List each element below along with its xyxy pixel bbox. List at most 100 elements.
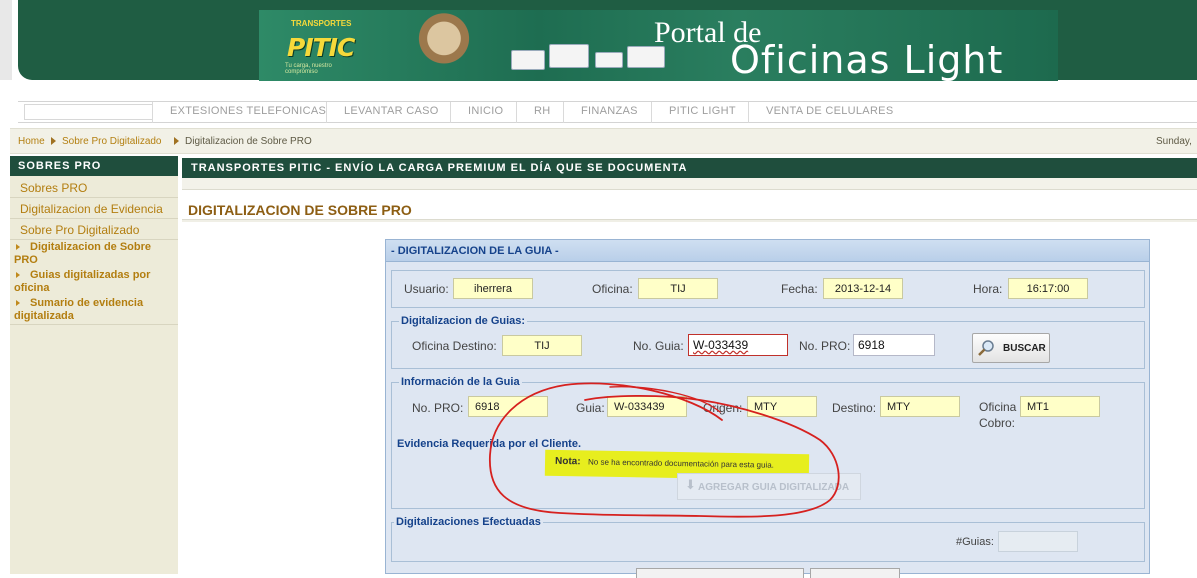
- agregar-guia-button[interactable]: ⬇ AGREGAR GUIA DIGITALIZADA: [677, 473, 861, 500]
- breadcrumb-arrow-icon: [51, 137, 56, 145]
- bottom-button-left[interactable]: [636, 568, 804, 578]
- oficina-cobro-label-1: Oficina: [979, 400, 1017, 414]
- sidebar-link-digitalizacion-evidencia[interactable]: Digitalizacion de Evidencia: [20, 202, 163, 216]
- nota-label: Nota:: [554, 455, 581, 468]
- digitalizacion-guias-legend: Digitalizacion de Guias:: [399, 315, 528, 327]
- trucks-illustration: [509, 32, 669, 78]
- oficina-destino-value: TIJ: [502, 335, 582, 356]
- logo-tagline: Tu carga, nuestro compromiso: [285, 63, 332, 75]
- oficina-destino-label: Oficina Destino:: [412, 339, 497, 353]
- nav-separator: [651, 102, 652, 123]
- buscar-label: BUSCAR: [1003, 343, 1046, 354]
- page-title: DIGITALIZACION DE SOBRE PRO: [188, 202, 412, 218]
- no-pro-input-text: 6918: [858, 338, 885, 352]
- usuario-value: iherrera: [453, 278, 533, 299]
- breadcrumb-home[interactable]: Home: [18, 136, 45, 147]
- info-no-pro-value: 6918: [468, 396, 548, 417]
- main-header-bar: [182, 178, 1197, 190]
- destino-label: Destino:: [832, 401, 877, 415]
- no-guia-input-text: W-033439: [693, 338, 749, 352]
- nav-venta-de-celulares[interactable]: VENTA DE CELULARES: [766, 105, 893, 117]
- num-guias-value: [998, 531, 1078, 552]
- hora-value: 16:17:00: [1008, 278, 1088, 299]
- origen-label: Origen:: [703, 401, 743, 415]
- efectuadas-legend: Digitalizaciones Efectuadas: [394, 516, 543, 528]
- agregar-guia-label: AGREGAR GUIA DIGITALIZADA: [698, 482, 850, 493]
- nav-separator: [152, 102, 153, 123]
- nav-separator: [748, 102, 749, 123]
- informacion-guia-fieldset: Información de la Guia No. PRO: 6918 Gui…: [391, 376, 1145, 509]
- pitic-logo: TRANSPORTES PITIC Tu carga, nuestro comp…: [271, 17, 361, 75]
- sidebar-link-sobres-pro[interactable]: Sobres PRO: [20, 181, 87, 195]
- arrow-right-icon: [16, 243, 20, 250]
- sidebar-subitem-digitalizacion-sobre-pro[interactable]: Digitalizacion de Sobre PRO: [14, 241, 174, 267]
- sidebar-divider: [10, 197, 178, 198]
- main-header: TRANSPORTES PITIC - ENVÍO LA CARGA PREMI…: [182, 158, 1197, 178]
- breadcrumb: Home Sobre Pro Digitalizado Digitalizaci…: [10, 128, 1197, 154]
- header-edge: [0, 0, 12, 80]
- magnifier-icon: [978, 340, 994, 356]
- digitalizacion-panel: - DIGITALIZACION DE LA GUIA - Usuario: i…: [385, 239, 1150, 578]
- sidebar: SOBRES PRO Sobres PRO Digitalizacion de …: [10, 156, 178, 574]
- title-underline: [182, 219, 1197, 222]
- nav-pitic-light[interactable]: PITIC LIGHT: [669, 105, 736, 117]
- sidebar-divider: [10, 239, 178, 240]
- nav-inicio[interactable]: INICIO: [468, 105, 503, 117]
- efectuadas-fieldset: Digitalizaciones Efectuadas #Guias:: [391, 516, 1145, 562]
- sidebar-subitem-sumario-evidencia[interactable]: Sumario de evidencia digitalizada: [14, 297, 174, 323]
- logo-name: PITIC: [287, 33, 355, 62]
- portal-banner[interactable]: TRANSPORTES PITIC Tu carga, nuestro comp…: [259, 10, 1058, 81]
- sidebar-subitem-label: Sumario de evidencia digitalizada: [14, 297, 144, 322]
- panel-title: - DIGITALIZACION DE LA GUIA -: [391, 245, 559, 257]
- operator-photo: [409, 10, 479, 81]
- nota-text: No se ha encontrado documentación para e…: [587, 457, 774, 470]
- nav-separator: [516, 102, 517, 123]
- num-guias-label: #Guias:: [956, 536, 994, 548]
- info-guia-value: W-033439: [607, 396, 687, 417]
- oficina-label: Oficina:: [592, 282, 633, 296]
- breadcrumb-arrow-icon: [174, 137, 179, 145]
- no-pro-input[interactable]: 6918: [853, 334, 935, 356]
- banner-title-line2: Oficinas Light: [730, 38, 1004, 81]
- nav-extesiones-telefonicas[interactable]: EXTESIONES TELEFONICAS: [170, 105, 326, 117]
- panel-header: - DIGITALIZACION DE LA GUIA -: [386, 240, 1149, 262]
- arrow-right-icon: [16, 299, 20, 306]
- nav-levantar-caso[interactable]: LEVANTAR CASO: [344, 105, 439, 117]
- arrow-right-icon: [16, 271, 20, 278]
- nav-blank-cell: [24, 104, 152, 120]
- sidebar-divider: [10, 324, 178, 325]
- download-arrow-icon: ⬇: [685, 477, 696, 492]
- evidencia-label: Evidencia Requerida por el Cliente.: [397, 438, 581, 450]
- oficina-cobro-value: MT1: [1020, 396, 1100, 417]
- fecha-label: Fecha:: [781, 282, 818, 296]
- sidebar-subitem-label: Digitalizacion de Sobre PRO: [14, 241, 152, 266]
- nav-separator: [326, 102, 327, 123]
- oficina-cobro-label-2: Cobro:: [979, 416, 1016, 430]
- sidebar-link-sobre-pro-digitalizado[interactable]: Sobre Pro Digitalizado: [20, 223, 139, 237]
- no-guia-label: No. Guia:: [633, 339, 684, 353]
- nav-separator: [450, 102, 451, 123]
- oficina-value: TIJ: [638, 278, 718, 299]
- sidebar-header: SOBRES PRO: [10, 156, 178, 176]
- nav-separator: [563, 102, 564, 123]
- digitalizacion-guias-fieldset: Digitalizacion de Guias: Oficina Destino…: [391, 315, 1145, 369]
- breadcrumb-current: Digitalizacion de Sobre PRO: [185, 136, 312, 147]
- buscar-button[interactable]: BUSCAR: [972, 333, 1050, 363]
- usuario-label: Usuario:: [404, 282, 449, 296]
- breadcrumb-sobre-pro-digitalizado[interactable]: Sobre Pro Digitalizado: [62, 136, 162, 147]
- hora-label: Hora:: [973, 282, 1003, 296]
- destino-value: MTY: [880, 396, 960, 417]
- site-header: TRANSPORTES PITIC Tu carga, nuestro comp…: [0, 0, 1197, 92]
- fecha-value: 2013-12-14: [823, 278, 903, 299]
- no-guia-input[interactable]: W-033439: [688, 334, 788, 356]
- informacion-guia-legend: Información de la Guia: [399, 376, 522, 388]
- sidebar-subitem-guias-digitalizadas[interactable]: Guias digitalizadas por oficina: [14, 269, 174, 295]
- no-pro-label: No. PRO:: [799, 339, 851, 353]
- bottom-button-right[interactable]: [810, 568, 900, 578]
- nav-finanzas[interactable]: FINANZAS: [581, 105, 638, 117]
- logo-small-text: TRANSPORTES: [291, 19, 352, 28]
- sidebar-subitem-label: Guias digitalizadas por oficina: [14, 269, 151, 294]
- sidebar-divider: [10, 218, 178, 219]
- nav-rh[interactable]: RH: [534, 105, 551, 117]
- current-date: Sunday,: [1156, 136, 1192, 147]
